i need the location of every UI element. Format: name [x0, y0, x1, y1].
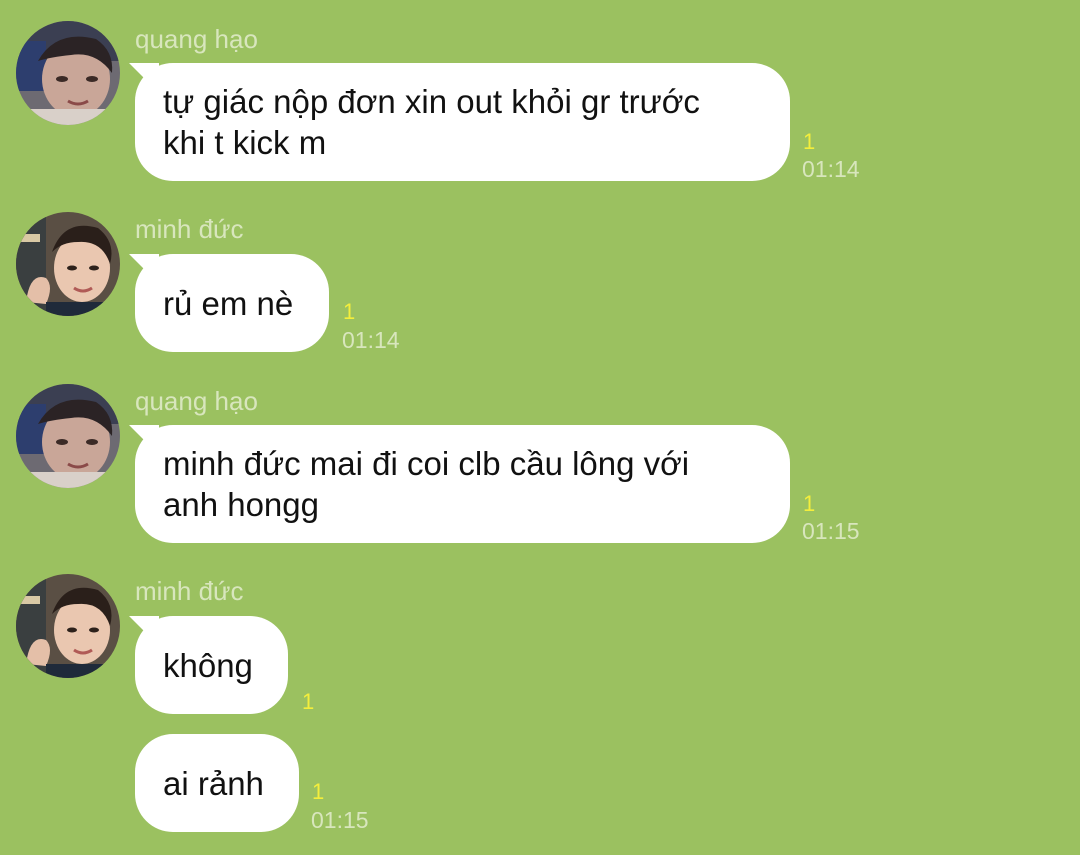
avatar-quang-hao[interactable] [16, 384, 120, 488]
message-line: tự giác nộp đơn xin out khỏi gr trước [163, 83, 700, 120]
chat-area[interactable]: quang hạo tự giác nộp đơn xin out khỏi g… [0, 0, 1080, 855]
timestamp: 01:15 [802, 518, 860, 544]
sender-name: quang hạo [135, 386, 258, 416]
read-count: 1 [803, 129, 816, 154]
avatar-quang-hao[interactable] [16, 21, 120, 125]
message-bubble[interactable]: minh đức mai đi coi clb cầu lông với anh… [135, 425, 790, 543]
message-text: minh đức mai đi coi clb cầu lông với anh… [163, 443, 689, 525]
message-text: tự giác nộp đơn xin out khỏi gr trước kh… [163, 81, 700, 163]
read-count: 1 [302, 689, 315, 714]
avatar-photo-icon [16, 384, 120, 488]
message-bubble[interactable]: không [135, 616, 288, 714]
avatar-photo-icon [16, 21, 120, 125]
message-bubble[interactable]: tự giác nộp đơn xin out khỏi gr trước kh… [135, 63, 790, 181]
message-line: anh hongg [163, 486, 319, 523]
avatar-photo-icon [16, 212, 120, 316]
sender-name: minh đức [135, 214, 244, 244]
message-bubble[interactable]: ai rảnh [135, 734, 299, 832]
message-bubble[interactable]: rủ em nè [135, 254, 329, 352]
avatar-minh-duc[interactable] [16, 574, 120, 678]
message-line: khi t kick m [163, 124, 327, 161]
read-count: 1 [343, 299, 356, 324]
message-text: ai rảnh [163, 764, 264, 802]
message-line: minh đức mai đi coi clb cầu lông với [163, 445, 690, 482]
read-count: 1 [312, 779, 325, 804]
sender-name: minh đức [135, 576, 244, 606]
timestamp: 01:14 [802, 156, 860, 182]
read-count: 1 [803, 491, 816, 516]
sender-name: quang hạo [135, 24, 258, 54]
message-text: rủ em nè [163, 284, 294, 322]
avatar-photo-icon [16, 574, 120, 678]
timestamp: 01:14 [342, 327, 400, 353]
message-text: không [163, 646, 253, 684]
timestamp: 01:15 [311, 807, 369, 833]
avatar-minh-duc[interactable] [16, 212, 120, 316]
